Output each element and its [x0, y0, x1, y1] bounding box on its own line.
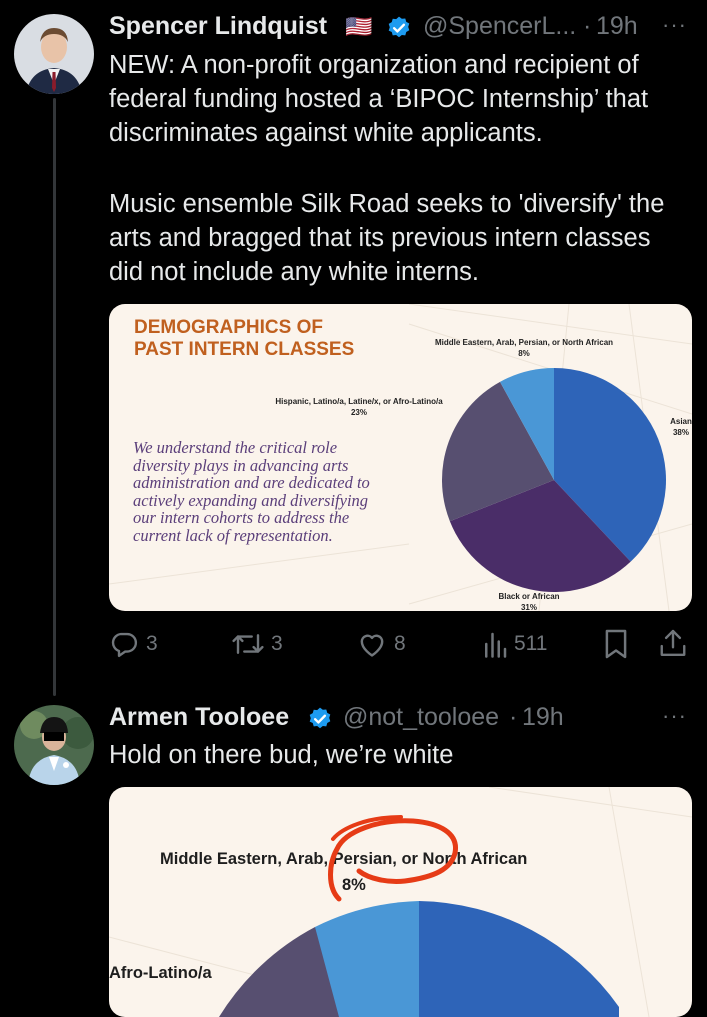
repost-icon[interactable] — [229, 629, 267, 659]
repost-count: 3 — [271, 632, 283, 655]
chart-quote-text: We understand the critical role diversit… — [133, 438, 370, 545]
label-asian-pct: 38% — [672, 428, 689, 437]
label-mena-pct: 8% — [518, 349, 530, 358]
pie-chart — [442, 368, 666, 592]
like-count: 8 — [394, 632, 406, 655]
label-mena: Middle Eastern, Arab, Persian, or North … — [434, 338, 614, 347]
reply-count: 3 — [146, 632, 158, 655]
zoomed-label-afro-latino: Afro-Latino/a — [109, 964, 212, 982]
like-heart-icon[interactable] — [356, 630, 388, 658]
red-circle-annotation — [328, 815, 458, 902]
label-black: Black or African — [498, 592, 560, 601]
avatar-armen-tooloee[interactable] — [14, 705, 94, 785]
us-flag-icon: 🇺🇸 — [345, 14, 373, 39]
tweet-image-demographics-chart[interactable]: DEMOGRAPHICS OF PAST INTERN CLASSES We u… — [109, 304, 692, 611]
views-analytics-icon[interactable] — [482, 629, 508, 659]
author-name-2[interactable]: Armen Tooloee — [109, 703, 289, 732]
verified-badge-icon — [388, 16, 410, 38]
share-icon[interactable] — [658, 627, 688, 660]
dot-separator: · — [583, 12, 592, 40]
author-handle[interactable]: @SpencerL... — [423, 12, 576, 41]
author-name[interactable]: Spencer Lindquist — [109, 12, 327, 41]
reply-icon[interactable] — [108, 629, 140, 659]
author-handle-2[interactable]: @not_tooloee — [343, 703, 499, 732]
label-asian: Asian — [670, 417, 692, 426]
tweet-time[interactable]: 19h — [596, 12, 638, 41]
label-hispanic-pct: 23% — [350, 408, 367, 417]
label-hispanic: Hispanic, Latino/a, Latine/x, or Afro-La… — [275, 397, 443, 406]
more-options-icon[interactable]: ··· — [662, 703, 687, 729]
tweet-time-2[interactable]: 19h — [522, 703, 564, 732]
thread-connector-line — [53, 98, 56, 696]
tweet-text-2: Hold on there bud, we’re white — [109, 741, 454, 769]
avatar-spencer-lindquist[interactable] — [14, 14, 94, 94]
more-options-icon[interactable]: ··· — [662, 12, 687, 38]
verified-badge-icon — [309, 707, 331, 729]
tweet-text-paragraph-1: NEW: A non-profit organization and recip… — [109, 51, 649, 147]
tweet-text-paragraph-2: Music ensemble Silk Road seeks to 'diver… — [109, 190, 665, 286]
dot-separator: · — [509, 703, 518, 731]
chart-title-line-2: PAST INTERN CLASSES — [134, 339, 355, 360]
label-black-pct: 31% — [520, 603, 537, 611]
views-count: 511 — [514, 632, 548, 655]
tweet-image-zoomed-chart[interactable]: Middle Eastern, Arab, Persian, or North … — [109, 787, 692, 1017]
bookmark-icon[interactable] — [603, 628, 629, 660]
chart-title-line-1: DEMOGRAPHICS OF — [134, 317, 323, 338]
